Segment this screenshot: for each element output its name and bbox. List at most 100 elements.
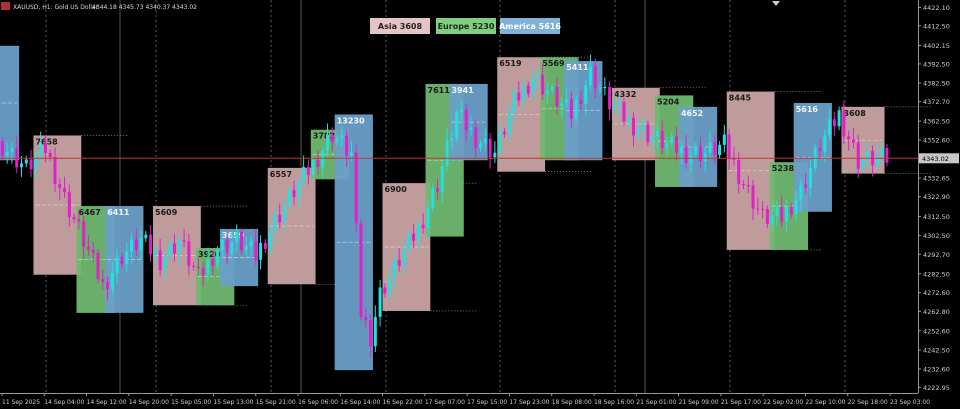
price-tick-label: 4242.50 — [923, 347, 950, 355]
candle-body — [306, 166, 310, 175]
session-volume-label: 6411 — [107, 208, 130, 217]
candle-body — [220, 239, 224, 251]
candle-body — [125, 251, 129, 265]
candle-body — [440, 165, 444, 192]
time-tick-label: 16 Sep 22:00 — [383, 399, 423, 406]
candle-body — [120, 256, 124, 265]
candle-body — [187, 241, 191, 266]
candle-body — [311, 159, 315, 175]
candle-body — [273, 215, 277, 232]
price-tick-label: 4272.60 — [923, 289, 950, 297]
candle-body — [378, 287, 382, 317]
candle-body — [67, 192, 71, 218]
candle-body — [832, 119, 836, 127]
candle-body — [282, 206, 286, 223]
price-tick-label: 4352.60 — [923, 137, 950, 145]
time-tick-label: 23 Sep 03:00 — [890, 399, 930, 406]
price-tick-label: 4362.50 — [923, 118, 950, 126]
candle-body — [77, 219, 81, 222]
candle-body — [29, 159, 33, 170]
candle-body — [689, 154, 693, 164]
candle-body — [488, 138, 492, 158]
candle-body — [58, 184, 62, 189]
candle-body — [201, 268, 205, 276]
candle-body — [608, 86, 612, 110]
candle-body — [550, 86, 554, 91]
candle-body — [498, 131, 502, 153]
candle-body — [53, 157, 57, 185]
candle-body — [483, 138, 487, 144]
candle-body — [129, 239, 133, 252]
price-tick-label: 4322.90 — [923, 193, 950, 201]
time-tick-label: 17 Sep 15:00 — [467, 399, 507, 406]
price-tick-label: 4252.60 — [923, 327, 950, 335]
price-chart[interactable]: 76586467 6411 5609392036596557378213230690… — [0, 0, 960, 409]
session-volume-label: 13230 — [337, 116, 365, 125]
candle-body — [206, 259, 210, 276]
candle-body — [297, 182, 301, 198]
candle-body — [321, 150, 325, 167]
candle-body — [82, 221, 86, 247]
time-tick-label: 14 Sep 04:00 — [44, 399, 84, 406]
candle-body — [823, 135, 827, 152]
candle-body — [196, 266, 200, 269]
time-tick-label: 18 Sep 16:00 — [594, 399, 634, 406]
candle-body — [737, 159, 741, 185]
candle-body — [254, 241, 258, 260]
candle-body — [828, 119, 832, 136]
candle-body — [244, 245, 248, 251]
candle-body — [775, 206, 779, 216]
candle-body — [780, 206, 784, 222]
candle-body — [359, 223, 363, 318]
session-legend: Asia 3608 Europe 5230 America 5616 — [370, 18, 561, 34]
candle-body — [579, 99, 583, 104]
candle-body — [622, 102, 626, 122]
candle-body — [96, 252, 100, 279]
candle-body — [679, 146, 683, 154]
candle-body — [584, 85, 588, 104]
candle-body — [770, 215, 774, 224]
session-volume-label: 6557 — [270, 170, 292, 179]
candle-body — [335, 138, 339, 142]
candle-body — [512, 92, 516, 114]
candle-body — [646, 124, 650, 142]
candle-body — [732, 158, 736, 160]
candle-body — [24, 159, 28, 164]
candle-body — [139, 238, 143, 251]
price-tick-label: 4332.65 — [923, 175, 950, 183]
candle-body — [292, 190, 296, 198]
time-tick-label: 14 Sep 12:00 — [87, 399, 127, 406]
candle-body — [641, 124, 645, 130]
candle-body — [522, 85, 526, 101]
candle-body — [235, 231, 239, 243]
candle-body — [469, 127, 473, 131]
candle-body — [746, 185, 750, 187]
candle-body — [526, 85, 530, 94]
price-tick-label: 4222.95 — [923, 384, 950, 392]
candle-body — [565, 99, 569, 103]
candle-body — [340, 135, 344, 139]
candle-body — [479, 143, 483, 148]
time-tick-label: 17 Sep 07:00 — [425, 399, 465, 406]
candle-body — [349, 152, 353, 156]
candle-body — [383, 287, 387, 294]
candle-body — [464, 109, 468, 131]
candle-body — [364, 317, 368, 321]
candle-body — [861, 159, 865, 169]
candle-body — [225, 239, 229, 253]
candle-body — [455, 112, 459, 138]
candle-body — [91, 249, 95, 253]
candle-body — [765, 209, 769, 224]
candle-body — [158, 250, 162, 270]
candle-body — [856, 142, 860, 169]
time-tick-label: 18 Sep 08:00 — [552, 399, 592, 406]
candle-body — [517, 92, 521, 101]
candle-body — [598, 87, 602, 89]
candle-body — [698, 146, 702, 162]
candle-body — [163, 256, 167, 270]
candle-body — [756, 208, 760, 210]
candle-body — [177, 240, 181, 254]
candle-body — [369, 320, 373, 347]
price-tick-label: 4392.50 — [923, 60, 950, 68]
session-volume-label: 8445 — [729, 94, 752, 103]
